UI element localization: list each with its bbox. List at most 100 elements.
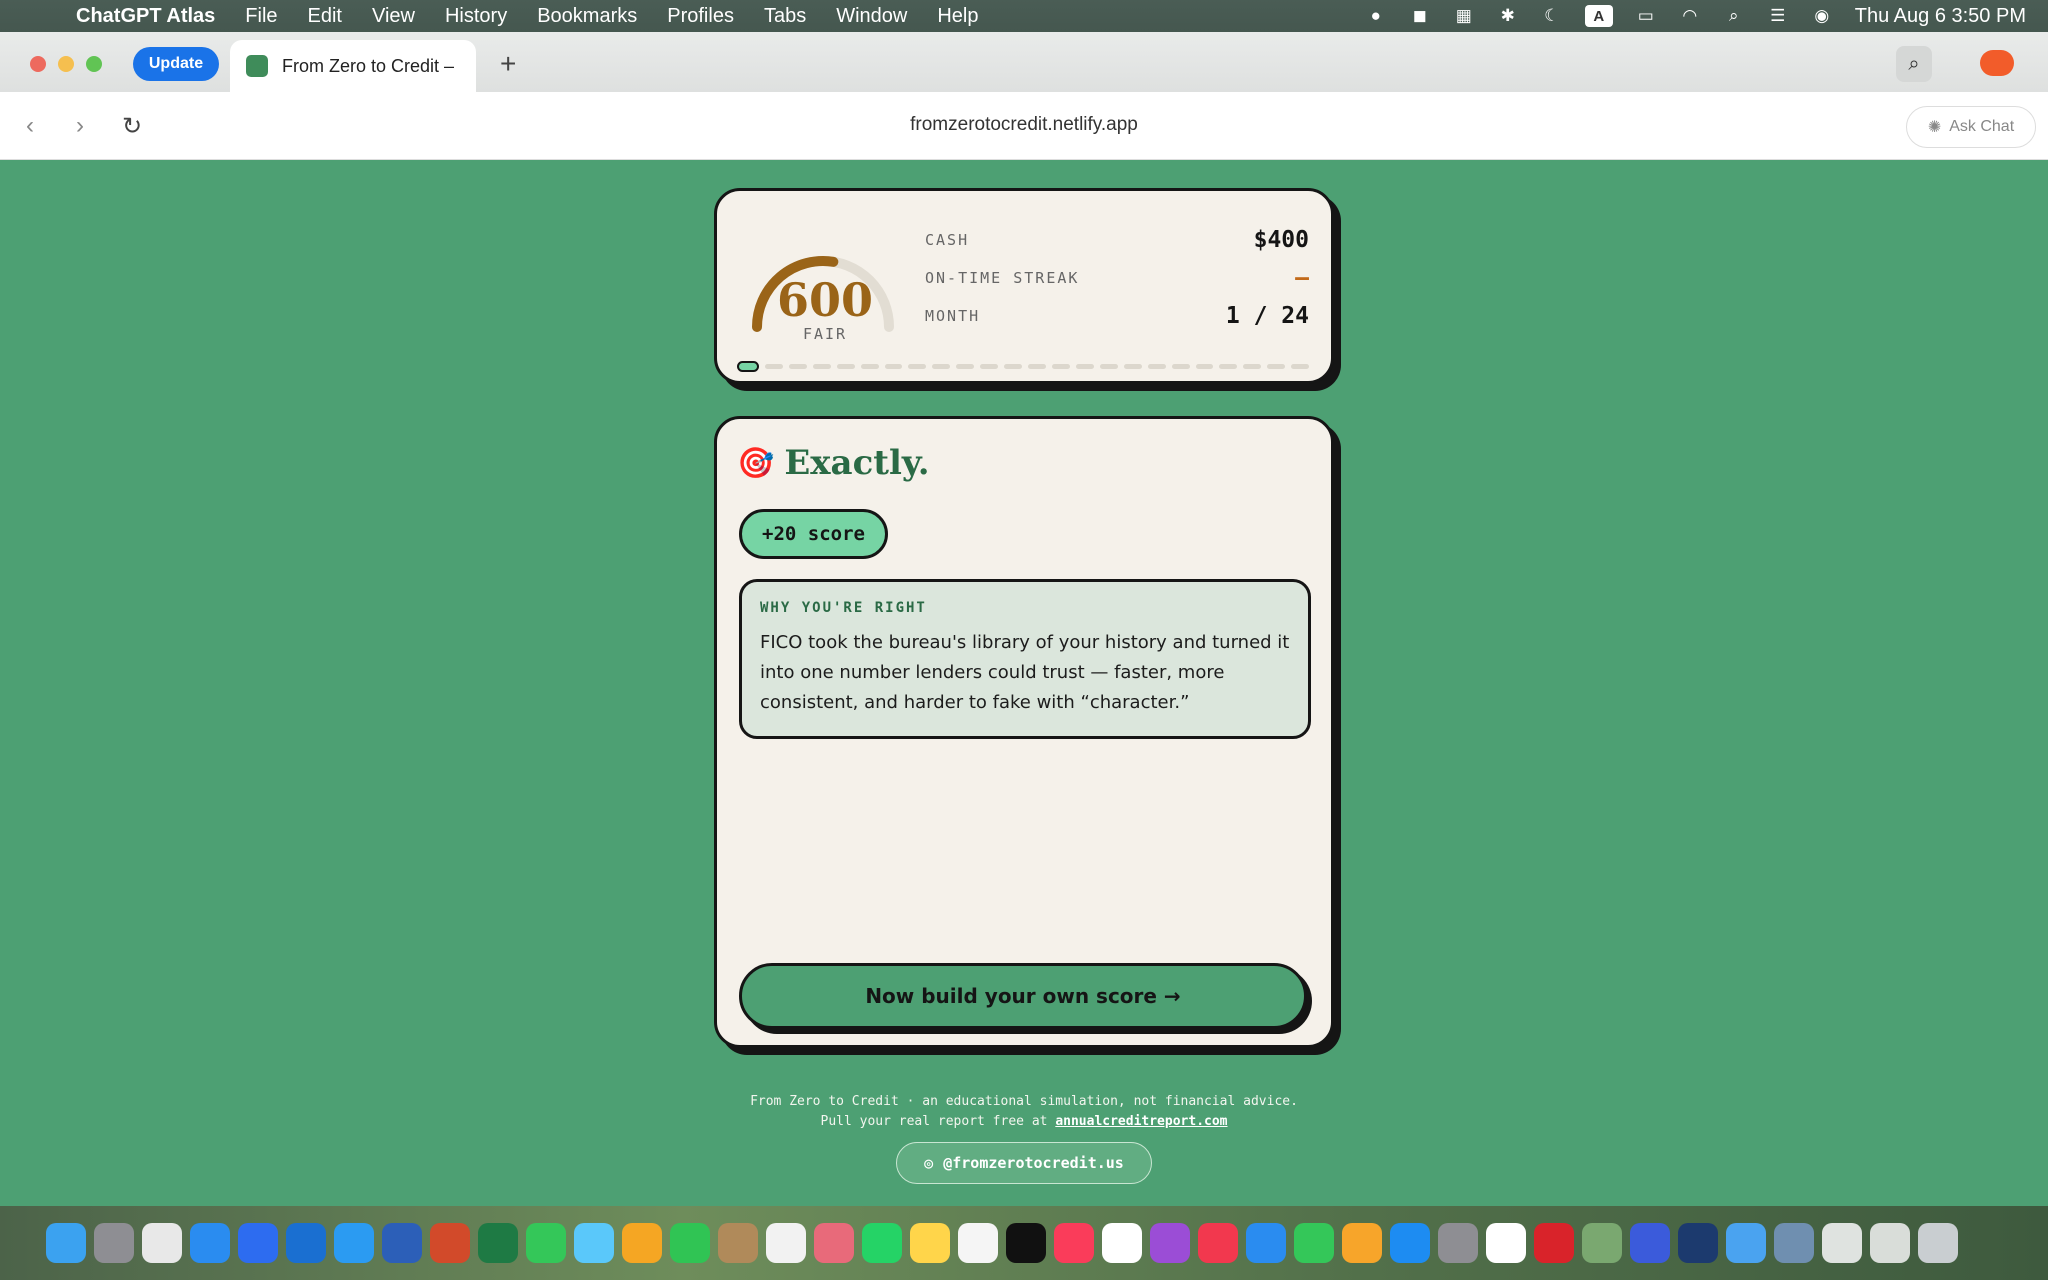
target-icon: 🎯 [737, 446, 775, 480]
bluetooth-icon[interactable]: ✱ [1497, 6, 1519, 26]
focus-moon-icon[interactable]: ☾ [1541, 6, 1563, 26]
messages-icon[interactable] [526, 1223, 566, 1263]
extension-icon[interactable] [1980, 50, 2014, 76]
month-progress-segment [860, 363, 879, 369]
pages-icon[interactable] [1342, 1223, 1382, 1263]
month-progress-segment [1123, 363, 1142, 369]
podcasts-icon[interactable] [1150, 1223, 1190, 1263]
build-score-button[interactable]: Now build your own score → [739, 963, 1307, 1029]
chrome-icon[interactable] [142, 1223, 182, 1263]
zoom-icon[interactable]: ◼ [1409, 6, 1431, 26]
minimize-window-button[interactable] [58, 56, 74, 72]
input-source-icon[interactable]: A [1584, 5, 1613, 27]
menu-file[interactable]: File [245, 5, 277, 28]
keynote-icon[interactable] [1246, 1223, 1286, 1263]
month-label: MONTH [925, 307, 981, 325]
result-title: Exactly. [784, 443, 930, 483]
instagram-link[interactable]: ◎ @fromzerotocredit.us [896, 1142, 1152, 1184]
menu-history[interactable]: History [445, 5, 507, 28]
documents-stack-icon[interactable] [1870, 1223, 1910, 1263]
menu-profiles[interactable]: Profiles [667, 5, 734, 28]
menu-datetime[interactable]: Thu Aug 6 3:50 PM [1855, 5, 2026, 28]
new-tab-plus-icon[interactable]: + [500, 48, 516, 80]
streak-label: ON-TIME STREAK [925, 269, 1080, 287]
instagram-handle: @fromzerotocredit.us [943, 1154, 1124, 1172]
menu-view[interactable]: View [372, 5, 415, 28]
whatsapp-icon[interactable] [862, 1223, 902, 1263]
address-bar: ‹ › ↻ fromzerotocredit.netlify.app ✺ Ask… [0, 92, 2048, 160]
calendar-icon[interactable] [1102, 1223, 1142, 1263]
testflight-icon[interactable] [1678, 1223, 1718, 1263]
safari-icon[interactable] [190, 1223, 230, 1263]
fullscreen-window-button[interactable] [86, 56, 102, 72]
annualcreditreport-link[interactable]: annualcreditreport.com [1055, 1114, 1227, 1129]
news-icon[interactable] [1198, 1223, 1238, 1263]
control-center-icon[interactable]: ☰ [1767, 6, 1789, 26]
month-progress-segment [764, 363, 783, 369]
wifi-icon[interactable]: ◠ [1679, 6, 1701, 26]
menu-bar: ChatGPT Atlas File Edit View History Boo… [0, 0, 2048, 32]
memory-icon[interactable]: ▦ [1453, 6, 1475, 26]
update-button[interactable]: Update [133, 47, 219, 81]
system-settings-icon[interactable] [1438, 1223, 1478, 1263]
screen-sharing-icon[interactable] [1630, 1223, 1670, 1263]
trash-icon[interactable] [1918, 1223, 1958, 1263]
menu-window[interactable]: Window [836, 5, 907, 28]
url-text[interactable]: fromzerotocredit.netlify.app [0, 114, 2048, 136]
footer: From Zero to Credit · an educational sim… [0, 1092, 2048, 1132]
siri-icon[interactable]: ◉ [1811, 6, 1833, 26]
music-icon[interactable] [1054, 1223, 1094, 1263]
contacts-icon[interactable] [718, 1223, 758, 1263]
maps-icon[interactable] [574, 1223, 614, 1263]
apple-tv-icon[interactable] [1006, 1223, 1046, 1263]
month-progress-segment [980, 363, 999, 369]
tab-active[interactable]: From Zero to Credit – [230, 40, 476, 92]
drive-icon[interactable] [1726, 1223, 1766, 1263]
powerpoint-icon[interactable] [430, 1223, 470, 1263]
cash-label: CASH [925, 231, 970, 249]
webex-icon[interactable] [1486, 1223, 1526, 1263]
month-progress-segment [1028, 363, 1046, 369]
finder-icon[interactable] [46, 1223, 86, 1263]
app-store-icon[interactable] [1390, 1223, 1430, 1263]
menu-help[interactable]: Help [937, 5, 978, 28]
photos-icon[interactable] [622, 1223, 662, 1263]
notes-icon[interactable] [910, 1223, 950, 1263]
photo-booth-icon[interactable] [1774, 1223, 1814, 1263]
freeform-icon[interactable] [958, 1223, 998, 1263]
word-icon[interactable] [382, 1223, 422, 1263]
result-headline: 🎯 Exactly. [737, 443, 930, 483]
month-progress-segment [1267, 363, 1286, 369]
menu-bookmarks[interactable]: Bookmarks [537, 5, 637, 28]
acrobat-icon[interactable] [1534, 1223, 1574, 1263]
battery-icon[interactable]: ▭ [1635, 6, 1657, 26]
month-progress-segment [956, 363, 975, 369]
zoom-app-icon[interactable] [238, 1223, 278, 1263]
status-card: 600 FAIR CASH $400 ON-TIME STREAK – MONT… [714, 188, 1334, 384]
explanation-label: WHY YOU'RE RIGHT [760, 600, 927, 616]
tab-strip: Update From Zero to Credit – + ⌕ [0, 32, 2048, 92]
month-progress-bar [737, 360, 1310, 372]
month-progress-segment [884, 363, 903, 369]
downloads-stack-icon[interactable] [1822, 1223, 1862, 1263]
menu-edit[interactable]: Edit [308, 5, 342, 28]
ask-chat-button[interactable]: ✺ Ask Chat [1906, 106, 2036, 148]
grammarly-icon[interactable]: ● [1365, 6, 1387, 26]
month-progress-segment [1004, 363, 1023, 369]
excel-icon[interactable] [478, 1223, 518, 1263]
preview-icon[interactable] [1582, 1223, 1622, 1263]
launchpad-icon[interactable] [94, 1223, 134, 1263]
menu-tabs[interactable]: Tabs [764, 5, 806, 28]
outlook-icon[interactable] [286, 1223, 326, 1263]
iphone-mirroring-icon[interactable] [814, 1223, 854, 1263]
reminders-icon[interactable] [766, 1223, 806, 1263]
facetime-icon[interactable] [670, 1223, 710, 1263]
ask-chat-label: Ask Chat [1949, 118, 2015, 135]
numbers-icon[interactable] [1294, 1223, 1334, 1263]
menu-app-name[interactable]: ChatGPT Atlas [76, 5, 215, 28]
credit-score-value: 600 [776, 273, 874, 327]
close-window-button[interactable] [30, 56, 46, 72]
tab-search-icon[interactable]: ⌕ [1896, 46, 1932, 82]
mail-icon[interactable] [334, 1223, 374, 1263]
spotlight-search-icon[interactable]: ⌕ [1723, 6, 1745, 26]
